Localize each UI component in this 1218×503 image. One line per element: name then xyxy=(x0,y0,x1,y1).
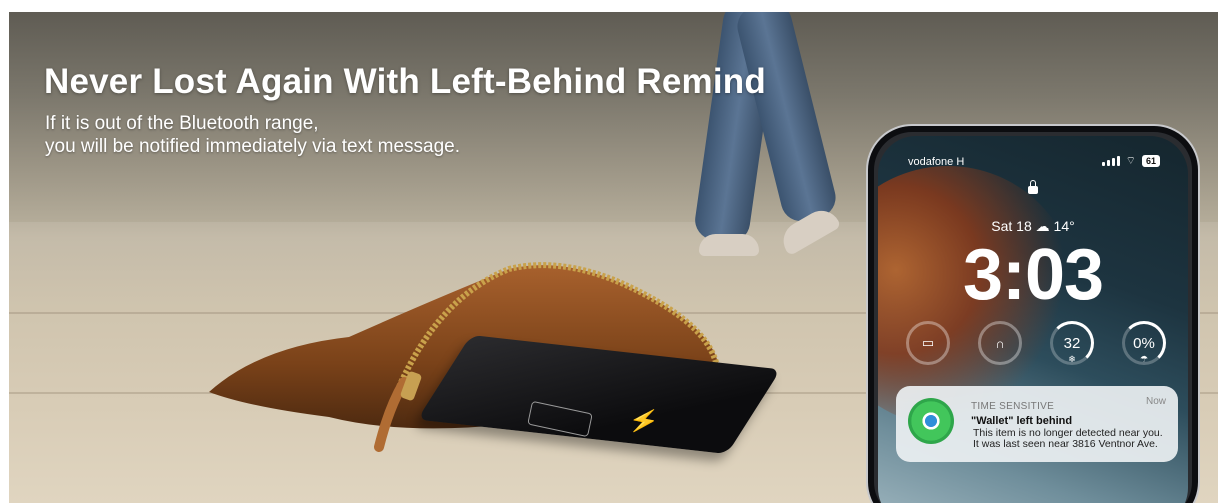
notification-card[interactable]: TIME SENSITIVE Now "Wallet" left behind … xyxy=(896,386,1178,462)
lightning-icon: ⚡ xyxy=(626,405,662,438)
wifi-icon: ⌔ xyxy=(1125,155,1136,167)
signal-icon xyxy=(1101,156,1120,166)
subtext-line-2: you will be notified immediately via tex… xyxy=(45,136,461,157)
battery-icon: 61 xyxy=(1141,155,1160,167)
rain-chance-widget[interactable]: 0% ☂ xyxy=(1122,321,1166,365)
notification-tag: TIME SENSITIVE xyxy=(971,401,1055,412)
temperature-widget[interactable]: 32 ❄ xyxy=(1050,321,1094,365)
wallet-icon: ▭ xyxy=(921,335,935,350)
status-bar: ⌔ 61 xyxy=(1101,154,1160,168)
lock-icon xyxy=(1028,180,1038,194)
walking-person-illustration xyxy=(692,12,849,287)
notification-body: This item is no longer detected near you… xyxy=(973,428,1163,450)
airpods-widget[interactable]: ∩ xyxy=(978,321,1022,365)
subtext: If it is out of the Bluetooth range, you… xyxy=(45,112,460,158)
wallet-illustration: ⚡ xyxy=(199,257,799,467)
find-my-icon xyxy=(908,398,954,444)
wallet-widget[interactable]: ▭ xyxy=(906,321,950,365)
rain-chance-value: 0% xyxy=(1133,334,1155,352)
headline: Never Lost Again With Left-Behind Remind xyxy=(44,62,766,101)
umbrella-icon: ☂ xyxy=(1139,354,1149,364)
temperature-value: 32 xyxy=(1063,334,1081,352)
airpods-icon: ∩ xyxy=(995,335,1005,351)
smartphone: vodafone H ⌔ 61 Sat 18 ☁ 14° 3:03 ▭ ∩ 32… xyxy=(866,124,1200,503)
notification-title: "Wallet" left behind xyxy=(971,415,1073,427)
notification-time: Now xyxy=(1145,396,1166,407)
hero-banner: Never Lost Again With Left-Behind Remind… xyxy=(9,12,1218,503)
carrier-label: vodafone H xyxy=(908,156,965,168)
lock-screen-widgets: ▭ ∩ 32 ❄ 0% ☂ xyxy=(906,321,1166,365)
notification-body-line-2: It was last seen near 3816 Ventnor Ave. xyxy=(973,438,1158,450)
clock-time: 3:03 xyxy=(962,235,1104,315)
snowflake-icon: ❄ xyxy=(1068,354,1076,364)
date-weather: Sat 18 ☁ 14° xyxy=(991,218,1075,234)
lock-screen: vodafone H ⌔ 61 Sat 18 ☁ 14° 3:03 ▭ ∩ 32… xyxy=(878,136,1188,503)
subtext-line-1: If it is out of the Bluetooth range, xyxy=(45,113,319,134)
